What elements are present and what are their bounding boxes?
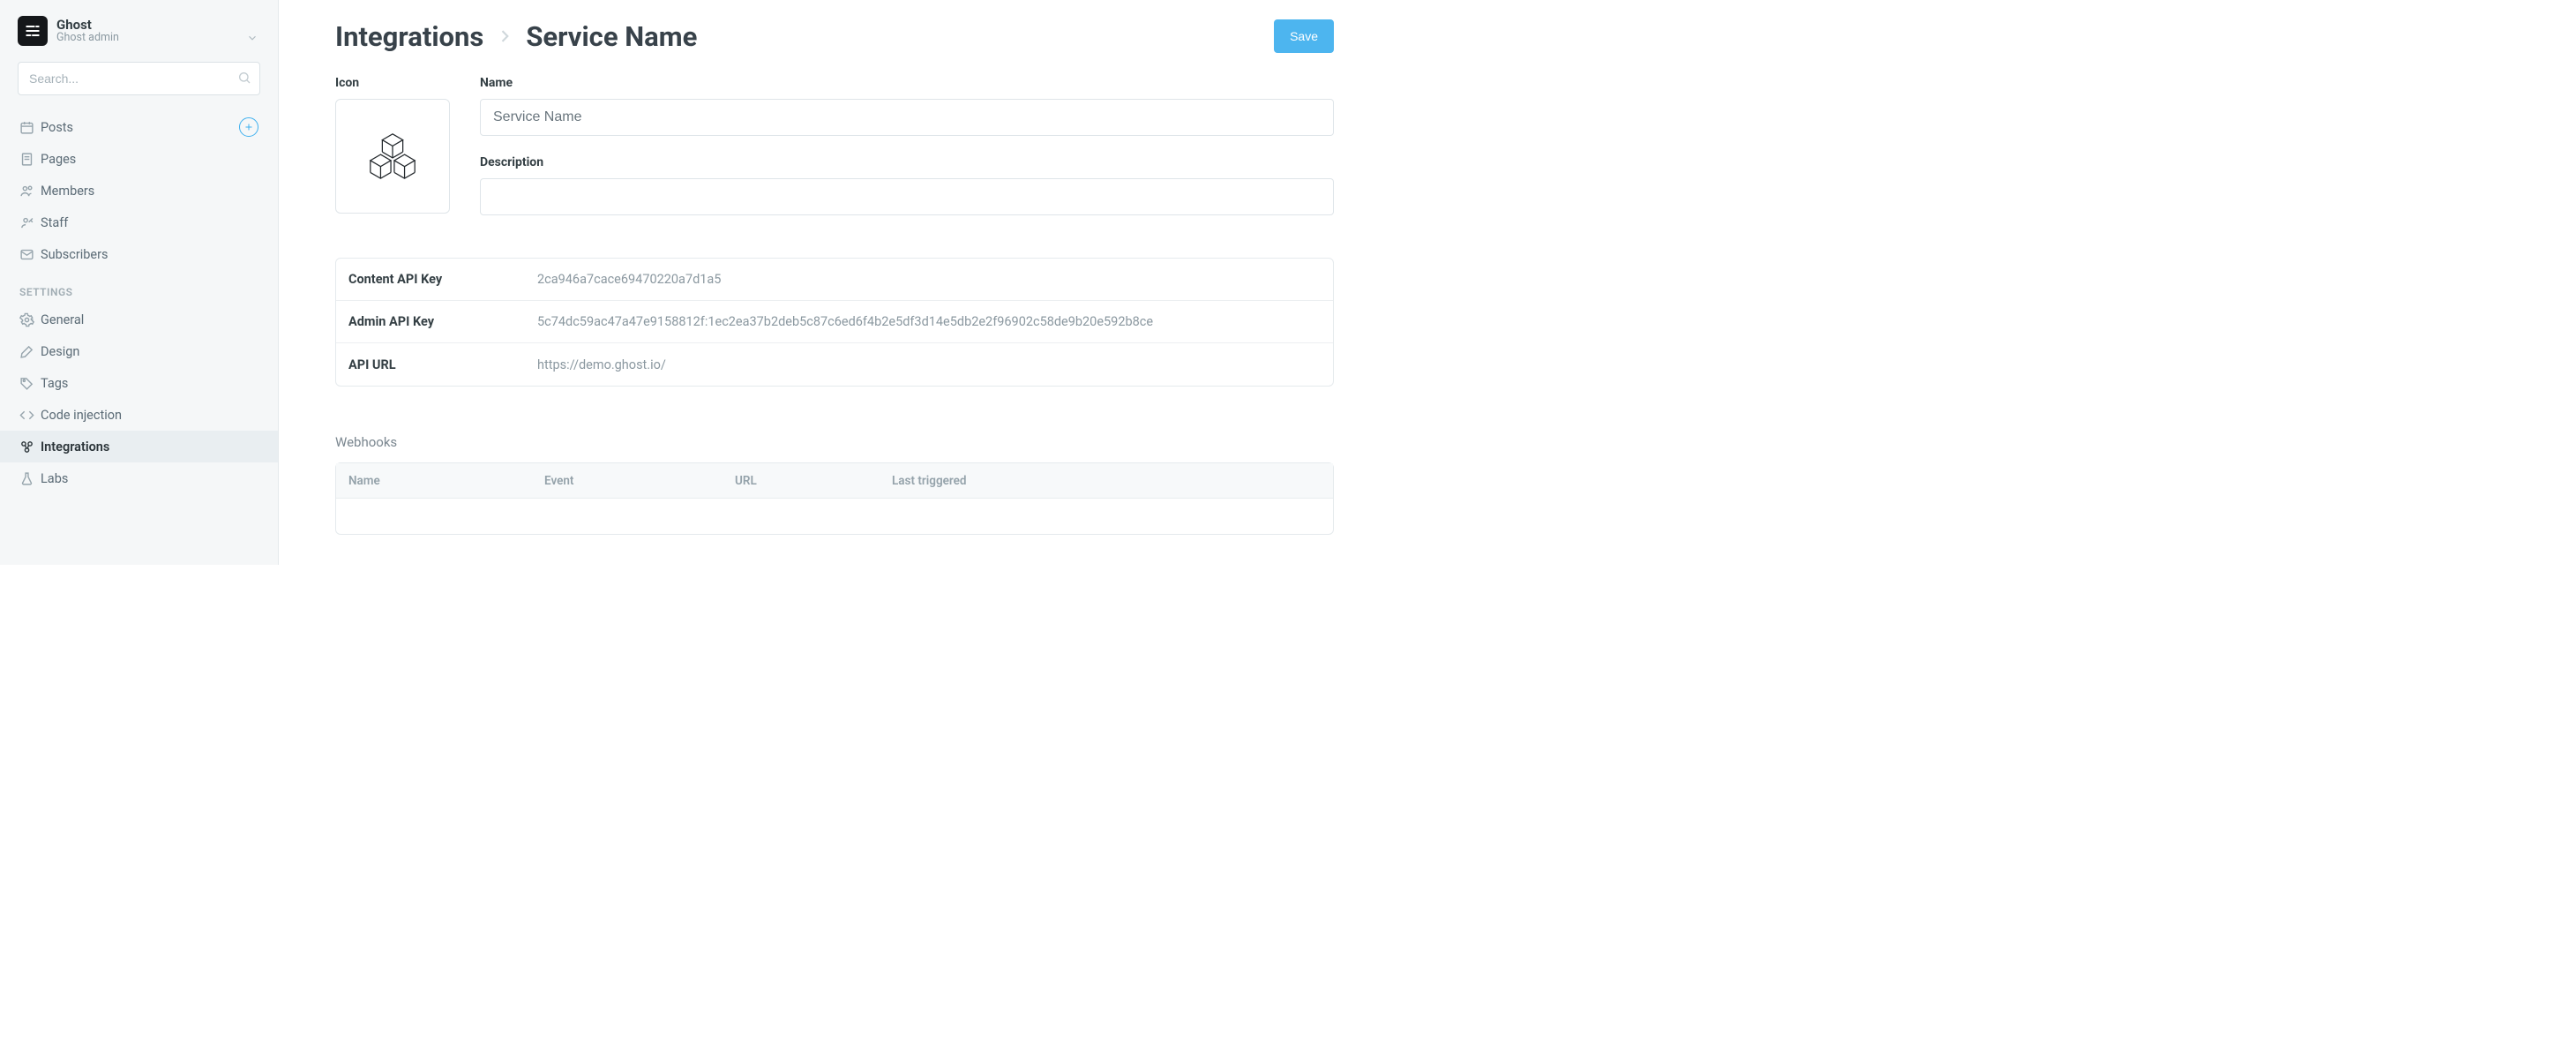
search-input[interactable] bbox=[18, 62, 260, 95]
sidebar-item-label: Posts bbox=[41, 120, 73, 135]
sidebar-item-pages[interactable]: Pages bbox=[0, 143, 278, 175]
sidebar-item-label: Staff bbox=[41, 215, 68, 230]
sidebar-item-posts[interactable]: Posts bbox=[0, 111, 278, 143]
sidebar-item-general[interactable]: General bbox=[0, 304, 278, 335]
sidebar-item-tags[interactable]: Tags bbox=[0, 367, 278, 399]
webhooks-table-body bbox=[336, 499, 1333, 534]
modules-icon bbox=[365, 129, 420, 184]
chevron-right-icon bbox=[496, 27, 513, 45]
sidebar-item-label: Members bbox=[41, 184, 94, 199]
sidebar-item-label: Integrations bbox=[41, 439, 109, 454]
mail-icon bbox=[19, 247, 41, 262]
integration-icon-upload[interactable] bbox=[335, 99, 450, 214]
sidebar-item-label: Labs bbox=[41, 471, 68, 486]
api-key-value[interactable]: 5c74dc59ac47a47e9158812f:1ec2ea37b2deb5c… bbox=[537, 314, 1321, 329]
ghost-logo-icon bbox=[18, 16, 48, 46]
breadcrumb-current: Service Name bbox=[526, 20, 697, 53]
sidebar-item-label: Subscribers bbox=[41, 247, 109, 262]
api-key-value[interactable]: https://demo.ghost.io/ bbox=[537, 357, 1321, 372]
brush-icon bbox=[19, 344, 41, 359]
api-row-api-url: API URL https://demo.ghost.io/ bbox=[336, 343, 1333, 386]
api-key-label: API URL bbox=[348, 357, 537, 372]
api-key-label: Content API Key bbox=[348, 272, 537, 287]
icon-field-label: Icon bbox=[335, 76, 450, 90]
name-field-label: Name bbox=[480, 76, 1334, 90]
webhooks-table-header: Name Event URL Last triggered bbox=[336, 463, 1333, 499]
add-post-button[interactable] bbox=[239, 117, 258, 137]
brand-switcher[interactable]: Ghost Ghost admin bbox=[0, 16, 278, 58]
sidebar-item-label: General bbox=[41, 312, 84, 327]
api-row-admin-key: Admin API Key 5c74dc59ac47a47e9158812f:1… bbox=[336, 301, 1333, 343]
flask-icon bbox=[19, 471, 41, 486]
api-key-label: Admin API Key bbox=[348, 314, 537, 329]
webhooks-col-last: Last triggered bbox=[892, 474, 1321, 488]
sidebar-item-label: Tags bbox=[41, 376, 68, 391]
description-field-label: Description bbox=[480, 155, 1334, 169]
sidebar-item-code-injection[interactable]: Code injection bbox=[0, 399, 278, 431]
api-keys-table: Content API Key 2ca946a7cace69470220a7d1… bbox=[335, 258, 1334, 387]
api-key-value[interactable]: 2ca946a7cace69470220a7d1a5 bbox=[537, 272, 1321, 287]
webhooks-heading: Webhooks bbox=[335, 434, 1334, 450]
brand-title: Ghost bbox=[56, 18, 119, 33]
sidebar-item-members[interactable]: Members bbox=[0, 175, 278, 207]
sidebar-item-design[interactable]: Design bbox=[0, 335, 278, 367]
sidebar-item-labs[interactable]: Labs bbox=[0, 462, 278, 494]
members-icon bbox=[19, 184, 41, 199]
api-row-content-key: Content API Key 2ca946a7cace69470220a7d1… bbox=[336, 259, 1333, 301]
sidebar-item-integrations[interactable]: Integrations bbox=[0, 431, 278, 462]
sidebar-item-label: Code injection bbox=[41, 408, 122, 423]
integration-name-input[interactable] bbox=[480, 99, 1334, 136]
primary-nav: Posts Pages Members bbox=[0, 106, 278, 494]
webhooks-table: Name Event URL Last triggered bbox=[335, 462, 1334, 535]
brand-subtitle: Ghost admin bbox=[56, 32, 119, 44]
staff-icon bbox=[19, 215, 41, 230]
gear-icon bbox=[19, 312, 41, 327]
sidebar-item-staff[interactable]: Staff bbox=[0, 207, 278, 238]
calendar-icon bbox=[19, 120, 41, 135]
pages-icon bbox=[19, 152, 41, 167]
webhooks-col-url: URL bbox=[735, 474, 892, 488]
breadcrumb-root[interactable]: Integrations bbox=[335, 20, 483, 53]
webhooks-col-event: Event bbox=[544, 474, 735, 488]
sidebar-item-label: Pages bbox=[41, 152, 76, 167]
integration-description-input[interactable] bbox=[480, 178, 1334, 215]
code-icon bbox=[19, 408, 41, 423]
sidebar-item-label: Design bbox=[41, 344, 79, 359]
tag-icon bbox=[19, 376, 41, 391]
main-content: Integrations Service Name Save Icon bbox=[279, 0, 1376, 565]
sidebar-item-subscribers[interactable]: Subscribers bbox=[0, 238, 278, 270]
search-icon bbox=[237, 71, 251, 85]
settings-section-label: SETTINGS bbox=[0, 270, 278, 304]
breadcrumb: Integrations Service Name bbox=[335, 20, 697, 53]
integrations-icon bbox=[19, 439, 41, 454]
save-button[interactable]: Save bbox=[1274, 19, 1334, 53]
sidebar: Ghost Ghost admin Posts bbox=[0, 0, 279, 565]
webhooks-col-name: Name bbox=[348, 474, 544, 488]
chevron-down-icon bbox=[246, 32, 258, 44]
